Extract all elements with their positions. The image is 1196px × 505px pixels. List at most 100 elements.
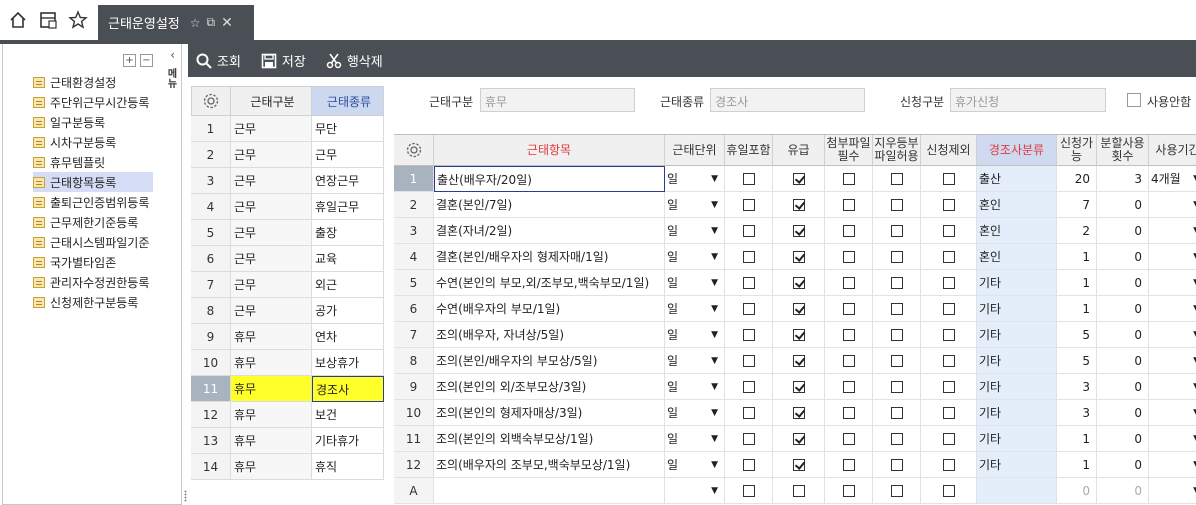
checkbox-paid[interactable]	[792, 250, 805, 263]
checkbox-attach-allowed[interactable]	[890, 406, 903, 419]
cell-type[interactable]: 휴무	[231, 324, 312, 350]
cell-unit-select[interactable]: 일 ▼	[665, 374, 725, 400]
detail-row[interactable]: 7조의(배우자, 자녀상/5일)일▼기타50▼	[394, 322, 1196, 348]
header-attach-required[interactable]: 첨부파일필수	[825, 135, 873, 166]
checkbox-attach-allowed[interactable]	[890, 172, 903, 185]
checkbox-attach-allowed[interactable]	[890, 432, 903, 445]
checkbox-holiday[interactable]	[742, 302, 755, 315]
checkbox-attach-required[interactable]	[842, 302, 855, 315]
header-type[interactable]: 근태구분	[231, 86, 312, 116]
unused-checkbox[interactable]	[1127, 93, 1141, 107]
checkbox-request-exclude[interactable]	[942, 172, 955, 185]
cell-request-days[interactable]: 1	[1057, 270, 1097, 296]
checkbox-holiday[interactable]	[742, 406, 755, 419]
cell-kind[interactable]: 보상휴가	[312, 350, 384, 376]
cell-split-count[interactable]: 0	[1097, 426, 1149, 452]
checkbox-request-exclude[interactable]	[942, 224, 955, 237]
cell-category[interactable]	[977, 478, 1057, 504]
cell-kind[interactable]: 연장근무	[312, 168, 384, 194]
cell-category[interactable]: 기타	[977, 452, 1057, 478]
category-row[interactable]: 12 휴무 보건	[191, 402, 384, 428]
checkbox-attach-allowed[interactable]	[890, 354, 903, 367]
header-attach-allowed[interactable]: 지우등부파일허용	[873, 135, 921, 166]
cell-use-period-select[interactable]: ▼	[1149, 192, 1196, 218]
menu-item[interactable]: 관리자수정권한등록	[33, 272, 153, 292]
cell-category[interactable]: 기타	[977, 348, 1057, 374]
cell-category[interactable]: 기타	[977, 322, 1057, 348]
cell-use-period-select[interactable]: 4개월▼	[1149, 166, 1196, 192]
header-unit[interactable]: 근태단위	[665, 135, 725, 166]
checkbox-holiday[interactable]	[742, 276, 755, 289]
menu-item[interactable]: 근태환경설정	[33, 72, 153, 92]
checkbox-paid[interactable]	[792, 354, 805, 367]
header-use-period[interactable]: 사용기간	[1149, 135, 1196, 166]
detail-row[interactable]: 6수연(배우자의 부모/1일)일▼기타10▼	[394, 296, 1196, 322]
checkbox-request-exclude[interactable]	[942, 380, 955, 393]
cell-request-days[interactable]: 20	[1057, 166, 1097, 192]
cell-kind[interactable]: 출장	[312, 220, 384, 246]
tab-popout-icon[interactable]: ⧉	[207, 15, 216, 30]
checkbox-paid[interactable]	[792, 328, 805, 341]
cell-category[interactable]: 혼인	[977, 218, 1057, 244]
cell-request-days[interactable]: 1	[1057, 452, 1097, 478]
cell-item[interactable]: 조의(본인/배우자의 부모상/5일)	[434, 348, 665, 374]
checkbox-request-exclude[interactable]	[942, 458, 955, 471]
tab-favorite-icon[interactable]: ☆	[190, 16, 201, 30]
checkbox-request-exclude[interactable]	[942, 302, 955, 315]
filter-kind-field[interactable]: 경조사	[710, 88, 865, 112]
cell-type[interactable]: 휴무	[231, 454, 312, 480]
cell-type[interactable]: 휴무	[231, 350, 312, 376]
cell-split-count[interactable]: 0	[1097, 374, 1149, 400]
cell-request-days[interactable]: 3	[1057, 374, 1097, 400]
cell-use-period-select[interactable]: ▼	[1149, 244, 1196, 270]
category-row[interactable]: 11 휴무 경조사	[191, 376, 384, 402]
checkbox-request-exclude[interactable]	[942, 432, 955, 445]
detail-row[interactable]: 11조의(본인의 외백숙부모상/1일)일▼기타10▼	[394, 426, 1196, 452]
panel-collapse-icon[interactable]: ‹	[170, 48, 175, 62]
checkbox-attach-required[interactable]	[842, 380, 855, 393]
checkbox-attach-required[interactable]	[842, 198, 855, 211]
header-request-days[interactable]: 신청가능	[1057, 135, 1097, 166]
tab-attendance-settings[interactable]: 근태운영설정 ☆ ⧉ ✕	[98, 5, 254, 40]
detail-row[interactable]: 8조의(본인/배우자의 부모상/5일)일▼기타50▼	[394, 348, 1196, 374]
cell-item[interactable]: 조의(배우자의 조부모,백숙부모상/1일)	[434, 452, 665, 478]
checkbox-attach-allowed[interactable]	[890, 328, 903, 341]
header-paid[interactable]: 유급	[773, 135, 825, 166]
checkbox-attach-required[interactable]	[842, 406, 855, 419]
category-row[interactable]: 3 근무 연장근무	[191, 168, 384, 194]
cell-item[interactable]: 조의(본인의 외/조부모상/3일)	[434, 374, 665, 400]
cell-request-days[interactable]: 0	[1057, 478, 1097, 504]
star-icon[interactable]	[66, 8, 90, 32]
cell-kind[interactable]: 기타휴가	[312, 428, 384, 454]
category-row[interactable]: 2 근무 근무	[191, 142, 384, 168]
cell-type[interactable]: 근무	[231, 272, 312, 298]
cell-unit-select[interactable]: 일 ▼	[665, 218, 725, 244]
cell-category[interactable]: 혼인	[977, 192, 1057, 218]
menu-item[interactable]: 시차구분등록	[33, 132, 153, 152]
cell-type[interactable]: 휴무	[231, 428, 312, 454]
cell-item[interactable]: 결혼(자녀/2일)	[434, 218, 665, 244]
checkbox-attach-required[interactable]	[842, 250, 855, 263]
cell-unit-select[interactable]: 일 ▼	[665, 452, 725, 478]
cell-type[interactable]: 근무	[231, 246, 312, 272]
checkbox-paid[interactable]	[792, 302, 805, 315]
checkbox-holiday[interactable]	[742, 484, 755, 497]
menu-item[interactable]: 일구분등록	[33, 112, 153, 132]
expand-all-button[interactable]: +	[123, 54, 136, 67]
cell-type[interactable]: 근무	[231, 142, 312, 168]
cell-unit-select[interactable]: ▼	[665, 478, 725, 504]
cell-category[interactable]: 기타	[977, 374, 1057, 400]
cell-use-period-select[interactable]: ▼	[1149, 400, 1196, 426]
checkbox-attach-allowed[interactable]	[890, 250, 903, 263]
category-row[interactable]: 14 휴무 휴직	[191, 454, 384, 480]
cell-category[interactable]: 혼인	[977, 244, 1057, 270]
checkbox-attach-allowed[interactable]	[890, 458, 903, 471]
detail-grid-settings-icon[interactable]	[394, 135, 434, 166]
header-holiday[interactable]: 휴일포함	[725, 135, 773, 166]
cell-type[interactable]: 근무	[231, 168, 312, 194]
tab-close-icon[interactable]: ✕	[221, 15, 233, 31]
cell-kind[interactable]: 휴직	[312, 454, 384, 480]
cell-item[interactable]: 조의(본인의 형제자매상/3일)	[434, 400, 665, 426]
save-button[interactable]: 저장	[261, 51, 306, 70]
cell-split-count[interactable]: 0	[1097, 322, 1149, 348]
